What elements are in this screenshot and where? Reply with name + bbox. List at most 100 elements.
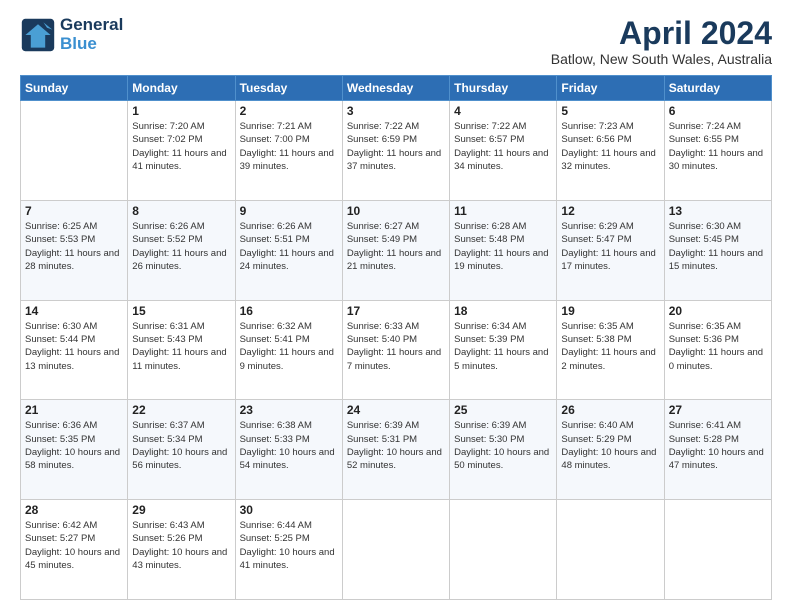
calendar-cell: 30 Sunrise: 6:44 AMSunset: 5:25 PMDayligh… xyxy=(235,500,342,600)
calendar-table: SundayMondayTuesdayWednesdayThursdayFrid… xyxy=(20,75,772,600)
day-info: Sunrise: 7:22 AMSunset: 6:59 PMDaylight:… xyxy=(347,120,445,173)
day-of-week-header: Monday xyxy=(128,76,235,101)
main-title: April 2024 xyxy=(551,16,772,51)
calendar-cell: 7 Sunrise: 6:25 AMSunset: 5:53 PMDaylight… xyxy=(21,200,128,300)
calendar-cell: 29 Sunrise: 6:43 AMSunset: 5:26 PMDayligh… xyxy=(128,500,235,600)
day-info: Sunrise: 6:43 AMSunset: 5:26 PMDaylight:… xyxy=(132,519,230,572)
calendar-cell: 13Sunrise: 6:30 AMSunset: 5:45 PMDayligh… xyxy=(664,200,771,300)
calendar-cell: 15 Sunrise: 6:31 AMSunset: 5:43 PMDayligh… xyxy=(128,300,235,400)
day-of-week-header: Tuesday xyxy=(235,76,342,101)
day-info: Sunrise: 6:35 AMSunset: 5:36 PMDaylight:… xyxy=(669,320,767,373)
calendar-cell: 25Sunrise: 6:39 AMSunset: 5:30 PMDayligh… xyxy=(450,400,557,500)
day-number: 22 xyxy=(132,403,230,417)
logo-general-text: General xyxy=(60,16,123,35)
day-info: Sunrise: 6:36 AMSunset: 5:35 PMDaylight:… xyxy=(25,419,123,472)
day-number: 28 xyxy=(25,503,123,517)
calendar-cell: 28 Sunrise: 6:42 AMSunset: 5:27 PMDayligh… xyxy=(21,500,128,600)
day-info: Sunrise: 6:31 AMSunset: 5:43 PMDaylight:… xyxy=(132,320,230,373)
day-info: Sunrise: 6:28 AMSunset: 5:48 PMDaylight:… xyxy=(454,220,552,273)
day-number: 29 xyxy=(132,503,230,517)
calendar-cell: 18Sunrise: 6:34 AMSunset: 5:39 PMDayligh… xyxy=(450,300,557,400)
calendar-week-row: 14 Sunrise: 6:30 AMSunset: 5:44 PMDayligh… xyxy=(21,300,772,400)
day-info: Sunrise: 6:40 AMSunset: 5:29 PMDaylight:… xyxy=(561,419,659,472)
day-info: Sunrise: 6:44 AMSunset: 5:25 PMDaylight:… xyxy=(240,519,338,572)
day-number: 12 xyxy=(561,204,659,218)
day-number: 26 xyxy=(561,403,659,417)
logo-blue-text: Blue xyxy=(60,35,123,54)
calendar-cell: 16 Sunrise: 6:32 AMSunset: 5:41 PMDayligh… xyxy=(235,300,342,400)
calendar-cell: 9 Sunrise: 6:26 AMSunset: 5:51 PMDaylight… xyxy=(235,200,342,300)
day-info: Sunrise: 6:26 AMSunset: 5:52 PMDaylight:… xyxy=(132,220,230,273)
calendar-header-row: SundayMondayTuesdayWednesdayThursdayFrid… xyxy=(21,76,772,101)
day-number: 25 xyxy=(454,403,552,417)
day-number: 14 xyxy=(25,304,123,318)
day-info: Sunrise: 6:42 AMSunset: 5:27 PMDaylight:… xyxy=(25,519,123,572)
calendar-cell: 6Sunrise: 7:24 AMSunset: 6:55 PMDaylight… xyxy=(664,101,771,201)
day-number: 21 xyxy=(25,403,123,417)
calendar-cell: 27 Sunrise: 6:41 AMSunset: 5:28 PMDayligh… xyxy=(664,400,771,500)
day-info: Sunrise: 6:29 AMSunset: 5:47 PMDaylight:… xyxy=(561,220,659,273)
calendar-week-row: 7 Sunrise: 6:25 AMSunset: 5:53 PMDaylight… xyxy=(21,200,772,300)
day-number: 5 xyxy=(561,104,659,118)
day-number: 13 xyxy=(669,204,767,218)
day-number: 11 xyxy=(454,204,552,218)
day-number: 2 xyxy=(240,104,338,118)
day-info: Sunrise: 7:23 AMSunset: 6:56 PMDaylight:… xyxy=(561,120,659,173)
calendar-cell: 4 Sunrise: 7:22 AMSunset: 6:57 PMDaylight… xyxy=(450,101,557,201)
day-info: Sunrise: 7:22 AMSunset: 6:57 PMDaylight:… xyxy=(454,120,552,173)
day-number: 30 xyxy=(240,503,338,517)
day-number: 27 xyxy=(669,403,767,417)
day-info: Sunrise: 6:32 AMSunset: 5:41 PMDaylight:… xyxy=(240,320,338,373)
calendar-cell: 8Sunrise: 6:26 AMSunset: 5:52 PMDaylight… xyxy=(128,200,235,300)
calendar-cell: 1Sunrise: 7:20 AMSunset: 7:02 PMDaylight… xyxy=(128,101,235,201)
day-info: Sunrise: 6:27 AMSunset: 5:49 PMDaylight:… xyxy=(347,220,445,273)
day-info: Sunrise: 6:34 AMSunset: 5:39 PMDaylight:… xyxy=(454,320,552,373)
logo-icon xyxy=(20,17,56,53)
day-number: 6 xyxy=(669,104,767,118)
calendar-week-row: 21 Sunrise: 6:36 AMSunset: 5:35 PMDayligh… xyxy=(21,400,772,500)
day-of-week-header: Thursday xyxy=(450,76,557,101)
day-info: Sunrise: 6:25 AMSunset: 5:53 PMDaylight:… xyxy=(25,220,123,273)
day-of-week-header: Wednesday xyxy=(342,76,449,101)
subtitle: Batlow, New South Wales, Australia xyxy=(551,51,772,67)
logo: General Blue xyxy=(20,16,123,53)
calendar-cell: 17 Sunrise: 6:33 AMSunset: 5:40 PMDayligh… xyxy=(342,300,449,400)
day-number: 10 xyxy=(347,204,445,218)
calendar-cell xyxy=(21,101,128,201)
day-number: 24 xyxy=(347,403,445,417)
day-info: Sunrise: 6:26 AMSunset: 5:51 PMDaylight:… xyxy=(240,220,338,273)
day-info: Sunrise: 6:35 AMSunset: 5:38 PMDaylight:… xyxy=(561,320,659,373)
calendar-cell: 21 Sunrise: 6:36 AMSunset: 5:35 PMDayligh… xyxy=(21,400,128,500)
calendar-cell: 3Sunrise: 7:22 AMSunset: 6:59 PMDaylight… xyxy=(342,101,449,201)
calendar-cell: 5 Sunrise: 7:23 AMSunset: 6:56 PMDaylight… xyxy=(557,101,664,201)
day-info: Sunrise: 6:38 AMSunset: 5:33 PMDaylight:… xyxy=(240,419,338,472)
day-info: Sunrise: 6:41 AMSunset: 5:28 PMDaylight:… xyxy=(669,419,767,472)
calendar-cell: 10 Sunrise: 6:27 AMSunset: 5:49 PMDayligh… xyxy=(342,200,449,300)
calendar-week-row: 28 Sunrise: 6:42 AMSunset: 5:27 PMDayligh… xyxy=(21,500,772,600)
day-info: Sunrise: 6:39 AMSunset: 5:31 PMDaylight:… xyxy=(347,419,445,472)
day-number: 9 xyxy=(240,204,338,218)
calendar-cell: 2Sunrise: 7:21 AMSunset: 7:00 PMDaylight… xyxy=(235,101,342,201)
day-number: 19 xyxy=(561,304,659,318)
calendar-cell: 20 Sunrise: 6:35 AMSunset: 5:36 PMDayligh… xyxy=(664,300,771,400)
day-number: 15 xyxy=(132,304,230,318)
day-info: Sunrise: 6:37 AMSunset: 5:34 PMDaylight:… xyxy=(132,419,230,472)
calendar-cell xyxy=(557,500,664,600)
day-number: 7 xyxy=(25,204,123,218)
calendar-cell: 14 Sunrise: 6:30 AMSunset: 5:44 PMDayligh… xyxy=(21,300,128,400)
day-number: 16 xyxy=(240,304,338,318)
logo-label: General Blue xyxy=(60,16,123,53)
calendar-cell: 19 Sunrise: 6:35 AMSunset: 5:38 PMDayligh… xyxy=(557,300,664,400)
calendar-cell xyxy=(342,500,449,600)
day-info: Sunrise: 7:20 AMSunset: 7:02 PMDaylight:… xyxy=(132,120,230,173)
day-number: 17 xyxy=(347,304,445,318)
day-of-week-header: Friday xyxy=(557,76,664,101)
calendar-cell xyxy=(664,500,771,600)
day-info: Sunrise: 6:30 AMSunset: 5:44 PMDaylight:… xyxy=(25,320,123,373)
day-number: 23 xyxy=(240,403,338,417)
day-number: 4 xyxy=(454,104,552,118)
calendar-cell: 23 Sunrise: 6:38 AMSunset: 5:33 PMDayligh… xyxy=(235,400,342,500)
day-info: Sunrise: 6:33 AMSunset: 5:40 PMDaylight:… xyxy=(347,320,445,373)
day-of-week-header: Saturday xyxy=(664,76,771,101)
day-number: 20 xyxy=(669,304,767,318)
